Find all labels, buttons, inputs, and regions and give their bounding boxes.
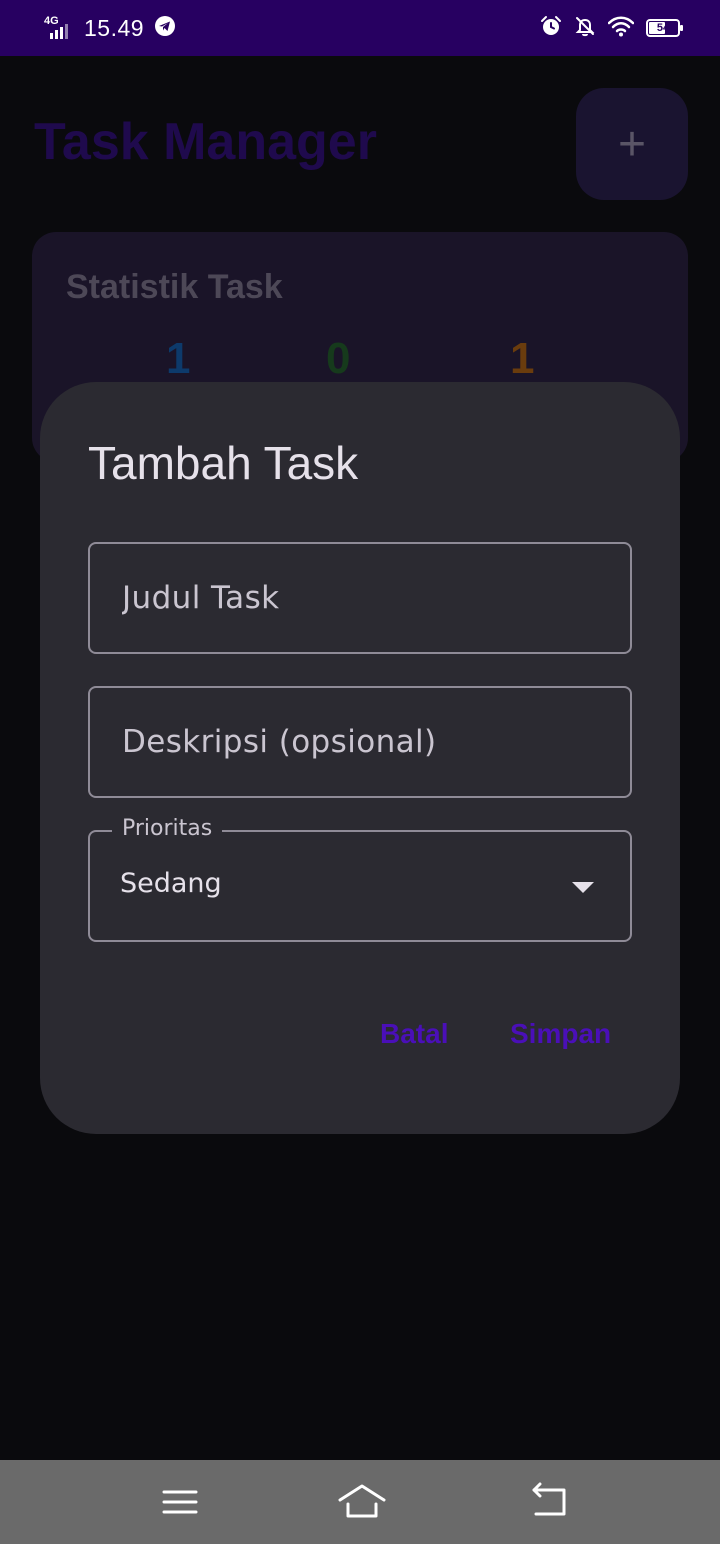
task-description-input[interactable] (90, 688, 630, 796)
priority-select[interactable]: Prioritas Sedang (88, 816, 632, 942)
cellular-signal-icon: 4G (44, 15, 74, 39)
back-icon[interactable] (528, 1482, 572, 1522)
cancel-button[interactable]: Batal (380, 1018, 448, 1050)
task-title-input[interactable] (90, 544, 630, 652)
dropdown-arrow-icon[interactable] (572, 882, 594, 893)
telegram-icon (154, 15, 176, 42)
save-button[interactable]: Simpan (510, 1018, 611, 1050)
clock: 15.49 (84, 14, 145, 41)
screen: 4G 15.49 54 Task Manager + Statistik Tas… (0, 0, 720, 1544)
task-description-field[interactable] (88, 686, 632, 798)
battery-icon: 54 (646, 19, 683, 37)
home-icon[interactable] (338, 1482, 386, 1522)
app-title: Task Manager (34, 113, 377, 171)
stats-title: Statistik Task (66, 268, 283, 306)
battery-level: 54 (656, 22, 670, 34)
task-title-field[interactable] (88, 542, 632, 654)
stat-total-value: 1 (166, 334, 191, 383)
menu-icon[interactable] (158, 1482, 202, 1522)
wifi-icon (607, 15, 635, 42)
priority-label: Prioritas (112, 816, 223, 841)
stat-pending-value: 1 (510, 334, 535, 383)
alarm-icon (540, 15, 562, 42)
bell-off-icon (574, 15, 596, 42)
status-bar-right: 54 (540, 15, 683, 42)
stat-done-value: 0 (326, 334, 351, 383)
status-bar: 4G 15.49 54 (0, 0, 720, 56)
plus-icon: + (617, 117, 647, 171)
dialog-title: Tambah Task (88, 437, 359, 489)
priority-value: Sedang (120, 868, 222, 899)
add-task-dialog: Tambah Task Prioritas Sedang Batal Simpa… (40, 382, 680, 1134)
navigation-bar (0, 1460, 720, 1544)
add-task-button[interactable]: + (576, 88, 688, 200)
status-bar-left: 4G 15.49 (44, 15, 176, 42)
